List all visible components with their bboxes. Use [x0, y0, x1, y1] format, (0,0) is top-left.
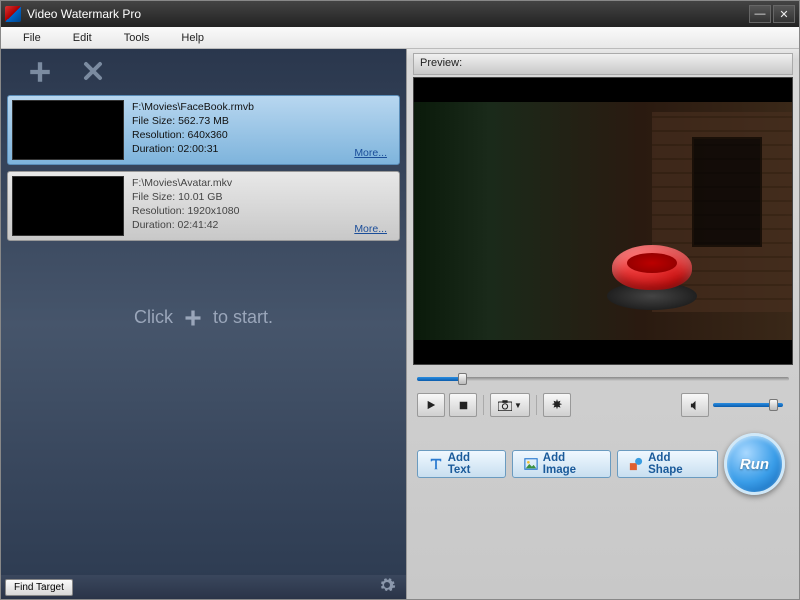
file-resolution: Resolution: 1920x1080 — [132, 204, 395, 218]
effects-button[interactable] — [543, 393, 571, 417]
scene-red-object — [607, 245, 697, 310]
right-panel: Preview: — [407, 49, 799, 599]
file-item[interactable]: F:\Movies\Avatar.mkv File Size: 10.01 GB… — [7, 171, 400, 241]
volume-slider[interactable] — [713, 403, 783, 407]
divider — [483, 395, 484, 415]
shape-icon — [628, 456, 644, 472]
menu-tools[interactable]: Tools — [108, 30, 166, 46]
preview-video-frame — [414, 102, 792, 340]
run-label: Run — [740, 456, 769, 473]
add-shape-label: Add Shape — [648, 452, 707, 476]
menu-help[interactable]: Help — [165, 30, 220, 46]
seek-track — [417, 377, 789, 381]
left-toolbar — [1, 49, 406, 95]
volume-thumb[interactable] — [769, 399, 778, 411]
add-shape-button[interactable]: Add Shape — [617, 450, 718, 478]
add-text-label: Add Text — [448, 452, 495, 476]
click-start-hint: Click to start. — [1, 307, 406, 328]
snapshot-button[interactable]: ▼ — [490, 393, 530, 417]
find-target-button[interactable]: Find Target — [5, 579, 73, 596]
play-button[interactable] — [417, 393, 445, 417]
preview-area — [413, 77, 793, 365]
file-size: File Size: 10.01 GB — [132, 190, 395, 204]
volume-button[interactable] — [681, 393, 709, 417]
close-button[interactable]: ✕ — [773, 5, 795, 23]
video-thumbnail — [12, 176, 124, 236]
seek-thumb[interactable] — [458, 373, 467, 385]
settings-gear-icon[interactable] — [378, 576, 396, 599]
stop-button[interactable] — [449, 393, 477, 417]
menu-file[interactable]: File — [7, 30, 57, 46]
menu-edit[interactable]: Edit — [57, 30, 108, 46]
file-resolution: Resolution: 640x360 — [132, 128, 395, 142]
minimize-button[interactable]: — — [749, 5, 771, 23]
left-statusbar: Find Target — [1, 575, 406, 599]
add-image-button[interactable]: Add Image — [512, 450, 611, 478]
seek-slider[interactable] — [417, 373, 789, 385]
app-window: Video Watermark Pro — ✕ File Edit Tools … — [0, 0, 800, 600]
preview-label: Preview: — [413, 53, 793, 75]
video-thumbnail — [12, 100, 124, 160]
remove-file-icon[interactable] — [81, 59, 107, 85]
titlebar: Video Watermark Pro — ✕ — [1, 1, 799, 27]
menubar: File Edit Tools Help — [1, 27, 799, 49]
divider — [536, 395, 537, 415]
file-path: F:\Movies\Avatar.mkv — [132, 176, 395, 190]
add-image-label: Add Image — [543, 452, 601, 476]
file-path: F:\Movies\FaceBook.rmvb — [132, 100, 395, 114]
window-title: Video Watermark Pro — [27, 7, 747, 21]
more-link[interactable]: More... — [354, 146, 387, 160]
run-button[interactable]: Run — [724, 433, 785, 495]
seek-progress — [417, 377, 462, 381]
file-list: F:\Movies\FaceBook.rmvb File Size: 562.7… — [1, 95, 406, 247]
file-size: File Size: 562.73 MB — [132, 114, 395, 128]
scene-window — [692, 137, 762, 247]
file-item[interactable]: F:\Movies\FaceBook.rmvb File Size: 562.7… — [7, 95, 400, 165]
content-area: F:\Movies\FaceBook.rmvb File Size: 562.7… — [1, 49, 799, 599]
watermark-toolbar: Add Text Add Image Add Shape Run — [417, 433, 789, 495]
player-controls: ▼ — [417, 391, 789, 419]
left-panel: F:\Movies\FaceBook.rmvb File Size: 562.7… — [1, 49, 407, 599]
hint-prefix: Click — [134, 307, 173, 328]
more-link[interactable]: More... — [354, 222, 387, 236]
plus-icon — [183, 308, 203, 328]
app-icon — [5, 6, 21, 22]
add-file-icon[interactable] — [27, 59, 53, 85]
image-icon — [523, 456, 539, 472]
text-icon — [428, 456, 444, 472]
hint-suffix: to start. — [213, 307, 273, 328]
add-text-button[interactable]: Add Text — [417, 450, 506, 478]
